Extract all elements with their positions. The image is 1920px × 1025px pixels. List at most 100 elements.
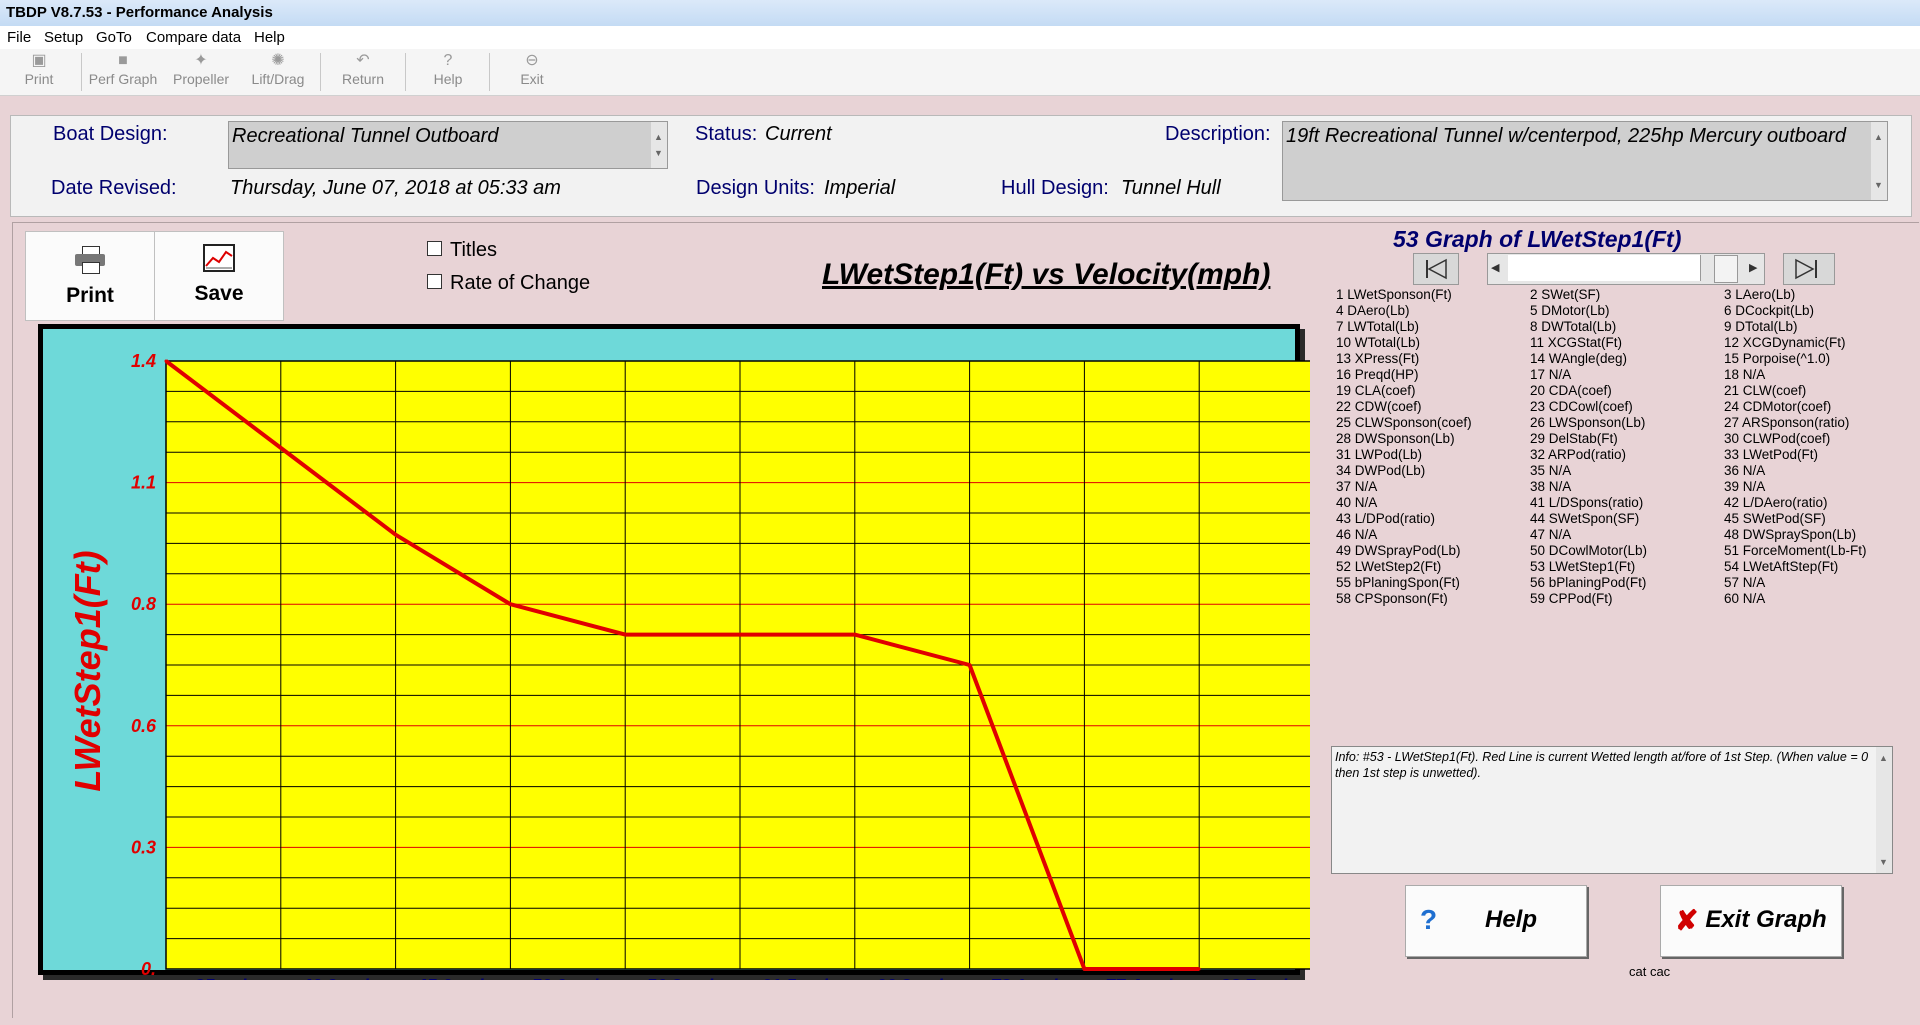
variable-item[interactable]: 4 DAero(Lb) xyxy=(1336,303,1472,319)
info-textbox[interactable]: Info: #53 - LWetStep1(Ft). Red Line is c… xyxy=(1331,746,1893,874)
variable-item[interactable]: 29 DelStab(Ft) xyxy=(1530,431,1647,447)
menu-goto[interactable]: GoTo xyxy=(96,29,132,46)
toolbar-perf-graph-button[interactable]: ■ Perf Graph xyxy=(87,51,159,93)
save-button[interactable]: Save xyxy=(154,231,284,321)
variable-item[interactable]: 24 CDMotor(coef) xyxy=(1724,399,1867,415)
variable-item[interactable]: 3 LAero(Lb) xyxy=(1724,287,1867,303)
variable-item[interactable]: 58 CPSponson(Ft) xyxy=(1336,591,1472,607)
variable-item[interactable]: 13 XPress(Ft) xyxy=(1336,351,1472,367)
toolbar-propeller-button[interactable]: ✦ Propeller xyxy=(165,51,237,93)
variable-item[interactable]: 60 N/A xyxy=(1724,591,1867,607)
variable-item[interactable]: 30 CLWPod(coef) xyxy=(1724,431,1867,447)
variable-item[interactable]: 56 bPlaningPod(Ft) xyxy=(1530,575,1647,591)
description-field[interactable]: 19ft Recreational Tunnel w/centerpod, 22… xyxy=(1282,121,1888,201)
variable-item[interactable]: 32 ARPod(ratio) xyxy=(1530,447,1647,463)
variable-item[interactable]: 52 LWetStep2(Ft) xyxy=(1336,559,1472,575)
graph-scrollbar[interactable]: ◀ ▶ xyxy=(1487,253,1765,285)
variable-item[interactable]: 53 LWetStep1(Ft) xyxy=(1530,559,1647,575)
variable-item[interactable]: 7 LWTotal(Lb) xyxy=(1336,319,1472,335)
variable-item[interactable]: 31 LWPod(Lb) xyxy=(1336,447,1472,463)
variable-item[interactable]: 54 LWetAftStep(Ft) xyxy=(1724,559,1867,575)
variable-item[interactable]: 18 N/A xyxy=(1724,367,1867,383)
variable-item[interactable]: 23 CDCowl(coef) xyxy=(1530,399,1647,415)
variable-item[interactable]: 28 DWSponson(Lb) xyxy=(1336,431,1472,447)
variable-item[interactable]: 10 WTotal(Lb) xyxy=(1336,335,1472,351)
variable-item[interactable]: 21 CLW(coef) xyxy=(1724,383,1867,399)
help-button[interactable]: ? Help xyxy=(1405,885,1587,957)
printer-icon: ▣ xyxy=(31,52,47,69)
exit-graph-button-label: Exit Graph xyxy=(1705,906,1827,933)
rate-of-change-checkbox[interactable]: Rate of Change xyxy=(427,272,590,295)
menu-setup[interactable]: Setup xyxy=(44,29,83,46)
toolbar-return-button[interactable]: ↶ Return xyxy=(327,51,399,93)
variable-item[interactable]: 50 DCowlMotor(Lb) xyxy=(1530,543,1647,559)
menu-help[interactable]: Help xyxy=(254,29,285,46)
titles-checkbox[interactable]: Titles xyxy=(427,239,497,262)
variable-item[interactable]: 47 N/A xyxy=(1530,527,1647,543)
variable-item[interactable]: 46 N/A xyxy=(1336,527,1472,543)
variable-item[interactable]: 25 CLWSponson(coef) xyxy=(1336,415,1472,431)
toolbar-exit-button[interactable]: ⊖ Exit xyxy=(496,51,568,93)
variable-item[interactable]: 36 N/A xyxy=(1724,463,1867,479)
toolbar-lift-drag-button[interactable]: ✺ Lift/Drag xyxy=(242,51,314,93)
variable-item[interactable]: 14 WAngle(deg) xyxy=(1530,351,1647,367)
variable-item[interactable]: 33 LWetPod(Ft) xyxy=(1724,447,1867,463)
toolbar-print-button[interactable]: ▣ Print xyxy=(3,51,75,93)
variable-item[interactable]: 41 L/DSpons(ratio) xyxy=(1530,495,1647,511)
date-revised-label: Date Revised: xyxy=(51,177,177,199)
variable-item[interactable]: 44 SWetSpon(SF) xyxy=(1530,511,1647,527)
variable-item[interactable]: 2 SWet(SF) xyxy=(1530,287,1647,303)
graph-scrollbar-thumb[interactable] xyxy=(1714,255,1738,283)
variable-item[interactable]: 6 DCockpit(Lb) xyxy=(1724,303,1867,319)
boat-design-scrollbar[interactable]: ▲ ▼ xyxy=(651,122,667,168)
variable-item[interactable]: 43 L/DPod(ratio) xyxy=(1336,511,1472,527)
scroll-right-icon[interactable]: ▶ xyxy=(1749,261,1757,274)
variable-item[interactable]: 51 ForceMoment(Lb-Ft) xyxy=(1724,543,1867,559)
variable-item[interactable]: 19 CLA(coef) xyxy=(1336,383,1472,399)
help-button-label: Help xyxy=(1484,906,1537,933)
variable-item[interactable]: 20 CDA(coef) xyxy=(1530,383,1647,399)
variable-item[interactable]: 22 CDW(coef) xyxy=(1336,399,1472,415)
status-value: Current xyxy=(765,123,832,145)
variable-item[interactable]: 59 CPPod(Ft) xyxy=(1530,591,1647,607)
description-scrollbar[interactable]: ▲ ▼ xyxy=(1871,122,1887,200)
first-graph-button[interactable] xyxy=(1413,253,1459,285)
variable-item[interactable]: 12 XCGDynamic(Ft) xyxy=(1724,335,1867,351)
variable-item[interactable]: 35 N/A xyxy=(1530,463,1647,479)
exit-graph-button[interactable]: ✘ Exit Graph xyxy=(1660,885,1842,957)
boat-design-field[interactable]: Recreational Tunnel Outboard ▲ ▼ xyxy=(228,121,668,169)
variable-item[interactable]: 26 LWSponson(Lb) xyxy=(1530,415,1647,431)
last-graph-button[interactable] xyxy=(1783,253,1835,285)
variable-item[interactable]: 42 L/DAero(ratio) xyxy=(1724,495,1867,511)
variable-item[interactable]: 11 XCGStat(Ft) xyxy=(1530,335,1647,351)
variable-item[interactable]: 5 DMotor(Lb) xyxy=(1530,303,1647,319)
window-title: TBDP V8.7.53 - Performance Analysis xyxy=(6,4,273,21)
variable-item[interactable]: 8 DWTotal(Lb) xyxy=(1530,319,1647,335)
print-button-label: Print xyxy=(66,284,114,307)
variable-item[interactable]: 55 bPlaningSpon(Ft) xyxy=(1336,575,1472,591)
variable-item[interactable]: 17 N/A xyxy=(1530,367,1647,383)
variable-item[interactable]: 9 DTotal(Lb) xyxy=(1724,319,1867,335)
variable-item[interactable]: 39 N/A xyxy=(1724,479,1867,495)
variable-item[interactable]: 15 Porpoise(^1.0) xyxy=(1724,351,1867,367)
menu-compare-data[interactable]: Compare data xyxy=(146,29,241,46)
variable-item[interactable]: 16 Preqd(HP) xyxy=(1336,367,1472,383)
variable-item[interactable]: 40 N/A xyxy=(1336,495,1472,511)
menu-file[interactable]: File xyxy=(7,29,31,46)
variable-item[interactable]: 27 ARSponson(ratio) xyxy=(1724,415,1867,431)
variable-item[interactable]: 49 DWSprayPod(Lb) xyxy=(1336,543,1472,559)
description-label: Description: xyxy=(1165,123,1271,145)
toolbar-help-button[interactable]: ? Help xyxy=(412,51,484,93)
variable-item[interactable]: 48 DWSpraySpon(Lb) xyxy=(1724,527,1867,543)
info-scrollbar[interactable]: ▲ ▼ xyxy=(1876,747,1892,873)
variable-item[interactable]: 34 DWPod(Lb) xyxy=(1336,463,1472,479)
status-label: Status: xyxy=(695,123,758,145)
print-button[interactable]: Print xyxy=(25,231,155,321)
variable-item[interactable]: 38 N/A xyxy=(1530,479,1647,495)
variable-item[interactable]: 37 N/A xyxy=(1336,479,1472,495)
variable-item[interactable]: 1 LWetSponson(Ft) xyxy=(1336,287,1472,303)
skip-last-icon xyxy=(1795,258,1817,280)
variable-item[interactable]: 45 SWetPod(SF) xyxy=(1724,511,1867,527)
variable-item[interactable]: 57 N/A xyxy=(1724,575,1867,591)
scroll-left-icon[interactable]: ◀ xyxy=(1491,261,1499,274)
